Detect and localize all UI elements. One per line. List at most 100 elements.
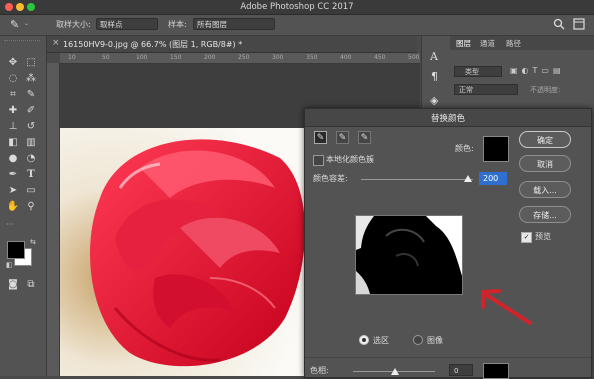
eyedropper-minus-icon[interactable]: ✎ [358, 131, 371, 144]
quick-mask-icon[interactable]: ◙ [6, 278, 20, 292]
ruler-tick-label: 250 [238, 54, 250, 61]
selection-preview[interactable] [355, 215, 463, 295]
ok-button[interactable]: 确定 [519, 131, 571, 148]
red-arrow-annotation [481, 289, 532, 325]
screen-mode-icon[interactable]: ⧉ [24, 278, 38, 292]
ruler-tick-label: 10 [68, 54, 76, 61]
close-document-icon[interactable]: × [52, 38, 60, 48]
magic-wand-tool-icon[interactable]: ⁂ [24, 72, 38, 86]
swap-colors-icon[interactable]: ⇆ [30, 238, 36, 246]
ruler-tick-label: 150 [170, 54, 182, 61]
preview-label: 预览 [535, 232, 551, 241]
document-tab-label: 16150HV9-0.jpg @ 66.7% (图层 1, RGB/8#) * [63, 40, 243, 49]
cancel-button[interactable]: 取消 [519, 155, 571, 172]
workspace-icon[interactable] [573, 18, 585, 30]
sample-label: 样本: [168, 20, 187, 29]
selection-color-swatch[interactable] [483, 136, 509, 162]
localized-clusters-label: 本地化颜色簇 [326, 155, 374, 164]
preview-checkbox[interactable]: ✓ [521, 232, 532, 243]
default-colors-icon[interactable]: ◧ [6, 261, 13, 269]
crop-tool-icon[interactable]: ⌗ [6, 88, 20, 102]
chevron-down-icon[interactable]: ⌄ [24, 20, 29, 27]
app-title: Adobe Photoshop CC 2017 [240, 2, 354, 12]
clone-stamp-tool-icon[interactable]: ⊥ [6, 120, 20, 134]
rose-image [60, 128, 305, 376]
selection-mask-image [356, 216, 462, 294]
blur-tool-icon[interactable]: ● [6, 152, 20, 166]
dodge-tool-icon[interactable]: ◔ [24, 152, 38, 166]
fuzziness-slider-track[interactable] [361, 179, 473, 180]
sample-size-value: 取样点 [100, 20, 123, 29]
dialog-title-bar: 替换颜色 [305, 109, 591, 127]
document-image[interactable] [60, 128, 305, 376]
ruler-tick-label: 100 [136, 54, 148, 61]
hue-slider-thumb[interactable] [391, 368, 399, 375]
fuzziness-label: 颜色容差: [313, 174, 348, 183]
blend-mode-value: 正常 [459, 86, 473, 94]
sample-size-label: 取样大小: [56, 20, 91, 29]
gradient-tool-icon[interactable]: ▥ [24, 136, 38, 150]
tab-layers[interactable]: 图层 [456, 38, 471, 49]
ruler-tick-label: 400 [340, 54, 352, 61]
layers-stack-icon[interactable]: ◈ [430, 94, 438, 107]
history-brush-tool-icon[interactable]: ↺ [24, 120, 38, 134]
horizontal-ruler: 10 50 100 150 200 250 300 350 400 450 500 [60, 53, 420, 64]
eyedropper-tool-icon[interactable]: ✎ [24, 88, 38, 102]
paragraph-panel-icon[interactable]: ¶ [431, 70, 438, 83]
eyedropper-icon[interactable]: ✎ [314, 131, 327, 144]
tab-paths[interactable]: 路径 [506, 38, 521, 49]
selection-radio[interactable] [359, 335, 369, 345]
search-icon[interactable] [553, 18, 565, 30]
eyedropper-plus-icon[interactable]: ✎ [336, 131, 349, 144]
ruler-tick-label: 50 [102, 54, 110, 61]
save-button[interactable]: 存储... [519, 206, 571, 223]
tools-panel: ✥ ⬚ ◌ ⁂ ⌗ ✎ ✚ ✐ ⊥ ↺ ◧ ▥ ● ◔ ✒ T ➤ ▭ ✋ ⚲ … [0, 36, 47, 376]
kind-filter-value: 类型 [465, 68, 479, 76]
load-button[interactable]: 载入... [519, 181, 571, 198]
title-bar: Adobe Photoshop CC 2017 [0, 0, 594, 15]
marquee-tool-icon[interactable]: ⬚ [24, 56, 38, 70]
hue-input[interactable]: 0 [449, 364, 473, 376]
filter-icons[interactable]: ▣◐T▭▤ [510, 66, 565, 75]
fuzziness-input[interactable]: 200 [479, 172, 507, 185]
selection-radio-dot [362, 338, 366, 342]
ruler-tick-label: 200 [204, 54, 216, 61]
document-tab[interactable]: × 16150HV9-0.jpg @ 66.7% (图层 1, RGB/8#) … [47, 36, 417, 53]
path-selection-tool-icon[interactable]: ➤ [6, 184, 20, 198]
ruler-tick-label: 350 [306, 54, 318, 61]
color-label: 颜色: [455, 144, 474, 153]
options-bar: ✎ ⌄ 取样大小: 取样点 样本: 所有图层 [0, 15, 594, 36]
dialog-divider [305, 357, 591, 358]
move-tool-icon[interactable]: ✥ [6, 56, 20, 70]
hue-label: 色相: [310, 366, 329, 375]
blend-mode-select[interactable]: 正常 [454, 84, 518, 95]
zoom-tool-icon[interactable]: ⚲ [24, 200, 38, 214]
lasso-tool-icon[interactable]: ◌ [6, 72, 20, 86]
ruler-tick-label: 450 [374, 54, 386, 61]
more-tools-icon[interactable]: ··· [6, 220, 14, 229]
toolbar-grip[interactable] [4, 40, 40, 43]
kind-filter-select[interactable]: 类型 [454, 66, 502, 77]
selection-radio-label: 选区 [373, 336, 389, 345]
tab-channels[interactable]: 通道 [480, 38, 495, 49]
shape-tool-icon[interactable]: ▭ [24, 184, 38, 198]
image-radio[interactable] [413, 335, 423, 345]
fuzziness-slider-thumb[interactable] [464, 175, 472, 182]
panel-tab-bar: 图层 通道 路径 [450, 36, 594, 50]
sample-select[interactable]: 所有图层 [193, 18, 275, 30]
eraser-tool-icon[interactable]: ◧ [6, 136, 20, 150]
image-radio-label: 图像 [427, 336, 443, 345]
pen-tool-icon[interactable]: ✒ [6, 168, 20, 182]
character-panel-icon[interactable]: A [430, 50, 438, 63]
hand-tool-icon[interactable]: ✋ [6, 200, 20, 214]
type-tool-icon[interactable]: T [24, 168, 38, 182]
dialog-title: 替换颜色 [430, 114, 465, 124]
foreground-color-swatch[interactable] [7, 241, 25, 259]
result-color-swatch[interactable] [483, 363, 509, 379]
healing-brush-tool-icon[interactable]: ✚ [6, 104, 20, 118]
brush-tool-icon[interactable]: ✐ [24, 104, 38, 118]
localized-clusters-checkbox[interactable] [313, 155, 324, 166]
sample-size-select[interactable]: 取样点 [96, 18, 158, 30]
replace-color-dialog: 替换颜色 ✎ ✎ ✎ 颜色: 本地化颜色簇 颜色容差: 200 选区 图像 色相… [304, 108, 592, 379]
eyedropper-tool-preset-icon[interactable]: ✎ [10, 18, 19, 31]
